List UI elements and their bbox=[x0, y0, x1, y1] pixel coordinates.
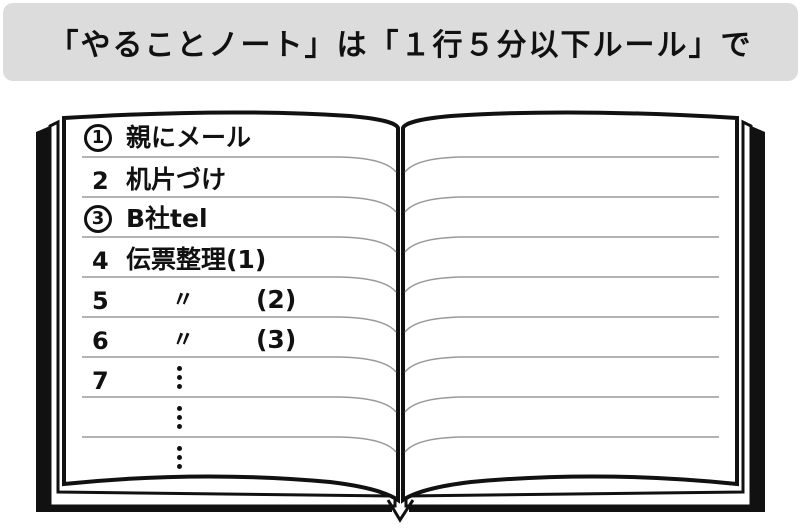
row-1-task: 親にメール bbox=[126, 123, 252, 152]
row-2-task: 机片づけ bbox=[126, 165, 227, 194]
row-1-number: 1 bbox=[84, 124, 112, 152]
row-6-number: 6 bbox=[92, 327, 109, 355]
row-4-task: 伝票整理(1) bbox=[126, 245, 267, 274]
continuation-dots-2 bbox=[177, 406, 183, 433]
row-5-paren: (2) bbox=[256, 285, 297, 314]
row-3-task: B社tel bbox=[126, 204, 208, 233]
continuation-dots-1 bbox=[177, 366, 183, 393]
row-5-ditto-mark: 〃 bbox=[172, 288, 195, 313]
continuation-dots-3 bbox=[177, 446, 183, 473]
row-7-number: 7 bbox=[92, 367, 109, 395]
row-5-number: 5 bbox=[92, 287, 109, 315]
row-3-number: 3 bbox=[84, 205, 112, 233]
row-4-number: 4 bbox=[92, 247, 109, 275]
row-6-ditto-mark: 〃 bbox=[172, 328, 195, 353]
row-2-number: 2 bbox=[92, 167, 109, 195]
row-6-paren: (3) bbox=[256, 325, 297, 354]
open-book-illustration bbox=[36, 110, 765, 523]
